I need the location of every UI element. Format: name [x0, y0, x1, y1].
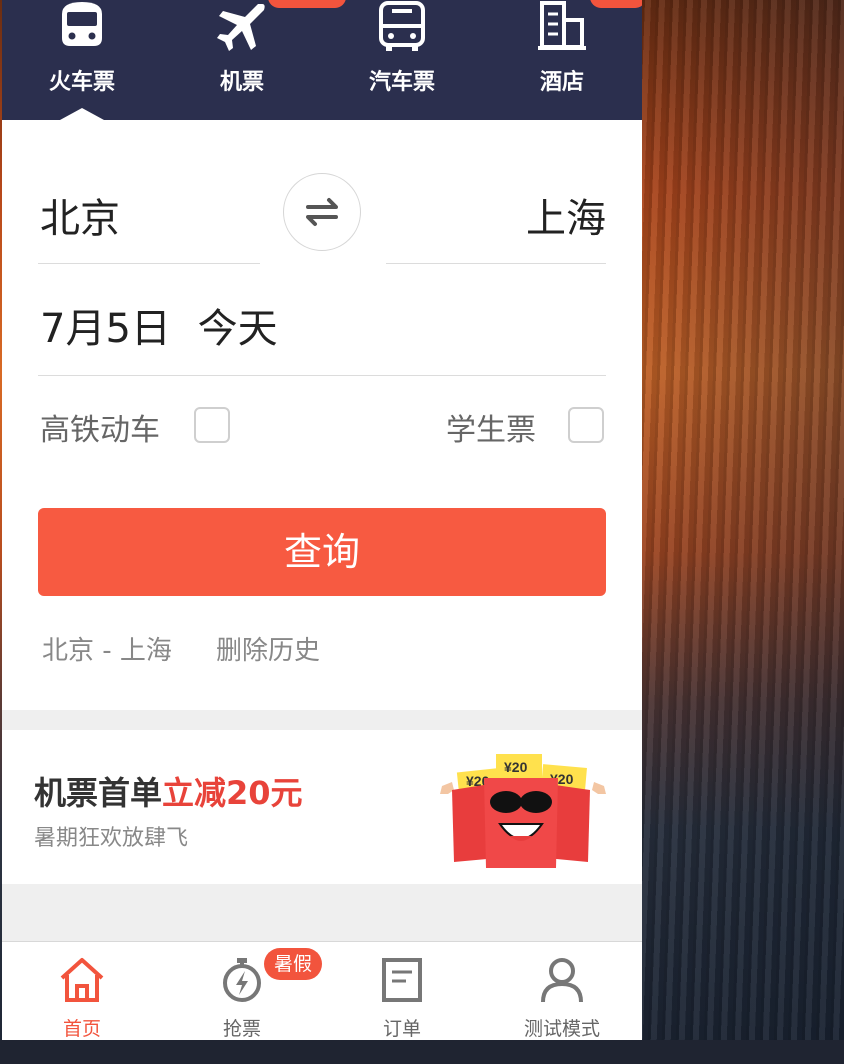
nav-item-bus[interactable]: 汽车票: [322, 0, 482, 120]
promo-banner[interactable]: 机票首单立减20元 暑期狂欢放肆飞 ¥20 ¥20 ¥20: [2, 730, 642, 884]
nav-item-flight[interactable]: 机票: [162, 0, 346, 120]
tab-profile[interactable]: 测试模式: [482, 942, 642, 1040]
stopwatch-icon: [223, 958, 261, 1002]
from-city-divider: [38, 263, 260, 264]
plane-icon: [217, 4, 265, 51]
swap-cities-button[interactable]: [283, 173, 361, 251]
tab-label-home: 首页: [62, 1018, 101, 1040]
option-highspeed-checkbox[interactable]: [194, 407, 230, 443]
red-envelope-mascot-icon: ¥20 ¥20 ¥20: [440, 754, 606, 868]
date-divider: [38, 375, 606, 376]
search-button[interactable]: 查询: [38, 508, 606, 596]
to-city-divider: [386, 263, 606, 264]
nav-badge-hotel: [590, 0, 642, 8]
wallpaper-texture: [642, 0, 844, 1064]
option-student-label: 学生票: [446, 413, 536, 448]
hotel-icon: [538, 1, 586, 50]
from-city[interactable]: 北京: [40, 186, 120, 244]
date-value: 7月5日: [40, 306, 171, 352]
tab-label-grab-ticket: 抢票: [222, 1018, 261, 1040]
tab-orders[interactable]: 订单: [322, 942, 482, 1040]
nav-label-flight: 机票: [219, 70, 264, 95]
history-route[interactable]: 北京 - 上海: [42, 630, 172, 667]
bottom-tab-bar: 首页 抢票 订单 测试模式 暑假: [2, 941, 642, 1040]
tab-badge-summer: 暑假: [264, 948, 323, 980]
promo-title-prefix: 机票首单: [34, 774, 163, 812]
promo-title: 机票首单立减20元: [34, 768, 303, 814]
train-icon: [62, 2, 102, 46]
tab-label-profile: 测试模式: [523, 1018, 600, 1040]
option-highspeed-label: 高铁动车: [40, 413, 160, 448]
option-student-checkbox[interactable]: [568, 407, 604, 443]
user-icon: [541, 958, 583, 1003]
nav-label-train: 火车票: [48, 70, 115, 95]
home-icon: [60, 958, 104, 1002]
promo-title-highlight: 立减20元: [162, 774, 303, 812]
order-icon: [382, 958, 422, 1002]
clear-history-link[interactable]: 删除历史: [216, 630, 320, 667]
active-tab-pointer: [60, 108, 104, 120]
tab-label-orders: 订单: [382, 1018, 421, 1040]
desktop-bottom-strip: [0, 1040, 844, 1064]
nav-label-hotel: 酒店: [539, 70, 584, 95]
swap-arrows-icon: [306, 198, 338, 226]
promo-subtitle: 暑期狂欢放肆飞: [34, 826, 189, 851]
nav-label-bus: 汽车票: [368, 70, 435, 95]
travel-date[interactable]: 7月5日 今天: [40, 296, 278, 354]
app-window: 火车票 机票 汽车票 酒店 北京 上海 7月5日 今天 高铁动车 学生票 北京 …: [2, 0, 642, 1040]
nav-item-train[interactable]: 火车票: [2, 0, 162, 120]
coupon-label-center: ¥20: [504, 759, 528, 775]
date-day-label: 今天: [197, 306, 278, 352]
bus-icon: [379, 1, 425, 51]
nav-item-hotel[interactable]: 酒店: [482, 0, 642, 120]
top-category-nav: 火车票 机票 汽车票 酒店: [2, 0, 642, 120]
to-city[interactable]: 上海: [526, 186, 606, 244]
tab-home[interactable]: 首页: [2, 942, 162, 1040]
